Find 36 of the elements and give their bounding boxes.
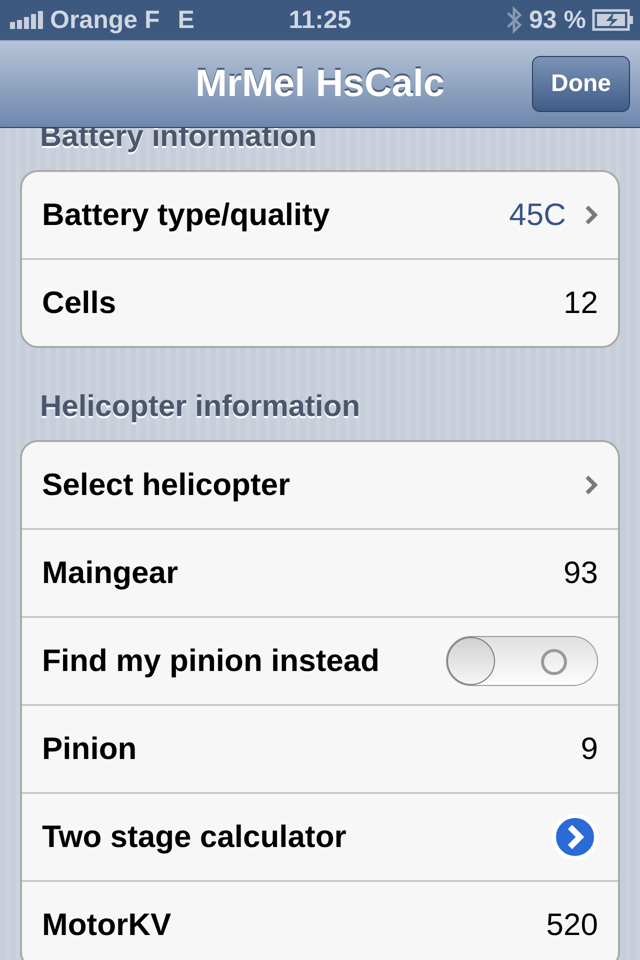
battery-icon — [592, 9, 634, 31]
section-header: Helicopter information — [39, 389, 362, 425]
network-type: E — [178, 6, 194, 34]
table-row[interactable]: Two stage calculator — [22, 792, 618, 880]
table-row[interactable]: Find my pinion instead — [22, 616, 618, 704]
row-value: 520 — [546, 907, 598, 943]
row-value: 93 — [564, 555, 598, 591]
signal-icon — [10, 11, 44, 29]
table-row[interactable]: MotorKV 520 — [22, 880, 618, 960]
chevron-icon — [584, 474, 598, 496]
row-value: 12 — [564, 285, 598, 321]
row-label: Battery type/quality — [42, 197, 330, 233]
row-label: Select helicopter — [42, 467, 290, 503]
bluetooth-icon — [505, 5, 524, 35]
table-row[interactable]: Pinion 9 — [22, 704, 618, 792]
done-button[interactable]: Done — [532, 56, 630, 112]
toggle-switch[interactable] — [446, 636, 598, 686]
chevron-icon — [584, 204, 598, 226]
row-label: MotorKV — [42, 907, 172, 943]
row-label: Find my pinion instead — [42, 643, 380, 679]
row-label: Cells — [42, 285, 116, 321]
detail-disclosure-icon[interactable] — [552, 814, 598, 860]
row-label: Maingear — [42, 555, 178, 591]
table-row[interactable]: Battery type/quality 45C — [22, 172, 618, 258]
table-row[interactable]: Select helicopter — [22, 442, 618, 528]
row-value: 45C — [509, 197, 566, 233]
section-header: Battery information — [39, 124, 318, 155]
table-row[interactable]: Cells 12 — [22, 258, 618, 346]
row-label: Two stage calculator — [42, 819, 346, 855]
row-label: Pinion — [42, 731, 137, 767]
row-value: 9 — [580, 731, 598, 767]
carrier-name: Orange F — [50, 6, 160, 34]
app-title: MrMel HsCalc — [195, 62, 445, 106]
table-row[interactable]: Maingear 93 — [22, 528, 618, 616]
battery-percent: 93 % — [529, 6, 586, 34]
clock: 11:25 — [288, 6, 352, 34]
